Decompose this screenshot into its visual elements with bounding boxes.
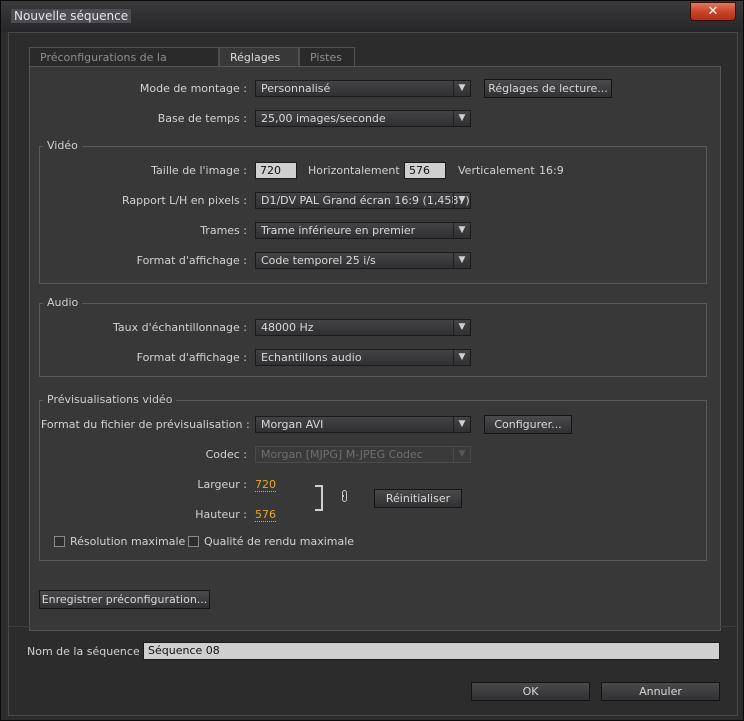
pixel-aspect-value: D1/DV PAL Grand écran 16:9 (1,4587) bbox=[261, 194, 470, 207]
frame-width-input[interactable]: 720 bbox=[255, 162, 297, 179]
editing-mode-select[interactable]: Personnalisé ▼ bbox=[255, 80, 471, 97]
tab-label: Réglages bbox=[230, 51, 281, 64]
configure-button[interactable]: Configurer... bbox=[484, 415, 572, 434]
reset-button[interactable]: Réinitialiser bbox=[374, 489, 462, 508]
save-preset-button[interactable]: Enregistrer préconfiguration... bbox=[39, 590, 210, 609]
codec-select: Morgan [MJPG] M-JPEG Codec ▼ bbox=[255, 446, 471, 463]
link-bracket bbox=[315, 485, 323, 511]
fields-select[interactable]: Trame inférieure en premier ▼ bbox=[255, 222, 471, 239]
video-display-format-value: Code temporel 25 i/s bbox=[261, 254, 376, 267]
tab-tracks[interactable]: Pistes bbox=[299, 47, 355, 66]
frame-size-label: Taille de l'image : bbox=[151, 164, 247, 177]
max-resolution-checkbox[interactable] bbox=[54, 536, 65, 547]
pixel-aspect-label: Rapport L/H en pixels : bbox=[122, 194, 247, 207]
sequence-name-input[interactable]: Séquence 08 bbox=[143, 642, 720, 660]
video-display-format-label: Format d'affichage : bbox=[136, 254, 247, 267]
pixel-aspect-select[interactable]: D1/DV PAL Grand écran 16:9 (1,4587) ▼ bbox=[255, 192, 471, 209]
video-display-format-select[interactable]: Code temporel 25 i/s ▼ bbox=[255, 252, 471, 269]
preview-file-format-label: Format du fichier de prévisualisation : bbox=[41, 418, 250, 431]
chevron-down-icon: ▼ bbox=[453, 320, 470, 335]
fields-label: Trames : bbox=[200, 224, 247, 237]
video-group-title: Vidéo bbox=[43, 139, 82, 152]
horizontal-label: Horizontalement bbox=[308, 164, 400, 177]
sample-rate-select[interactable]: 48000 Hz ▼ bbox=[255, 319, 471, 336]
audio-display-format-select[interactable]: Echantillons audio ▼ bbox=[255, 349, 471, 366]
tab-label: Pistes bbox=[310, 51, 342, 64]
preview-group-title: Prévisualisations vidéo bbox=[43, 393, 177, 406]
preview-file-format-value: Morgan AVI bbox=[261, 418, 324, 431]
chevron-down-icon: ▼ bbox=[453, 81, 470, 96]
divider bbox=[9, 626, 737, 627]
max-resolution-label: Résolution maximale bbox=[70, 535, 186, 548]
codec-value: Morgan [MJPG] M-JPEG Codec bbox=[261, 448, 423, 461]
chevron-down-icon: ▼ bbox=[453, 417, 470, 432]
max-quality-checkbox[interactable] bbox=[188, 536, 199, 547]
codec-label: Codec : bbox=[205, 448, 247, 461]
ok-button[interactable]: OK bbox=[471, 682, 590, 701]
close-icon: ✕ bbox=[707, 4, 719, 19]
max-quality-label: Qualité de rendu maximale bbox=[204, 535, 355, 548]
chevron-down-icon: ▼ bbox=[453, 223, 470, 238]
preview-height-label: Hauteur : bbox=[195, 508, 247, 521]
frame-height-input[interactable]: 576 bbox=[404, 162, 446, 179]
playback-settings-button[interactable]: Réglages de lecture... bbox=[484, 79, 612, 98]
preview-file-format-select[interactable]: Morgan AVI ▼ bbox=[255, 416, 471, 433]
sample-rate-label: Taux d'échantillonnage : bbox=[113, 321, 247, 334]
aspect-ratio-value: 16:9 bbox=[539, 164, 564, 177]
new-sequence-dialog: Nouvelle séquence ✕ Préconfigurations de… bbox=[0, 0, 744, 721]
chevron-down-icon: ▼ bbox=[453, 253, 470, 268]
preview-width-label: Largeur : bbox=[197, 478, 247, 491]
timebase-label: Base de temps : bbox=[157, 112, 247, 125]
editing-mode-value: Personnalisé bbox=[261, 82, 331, 95]
chevron-down-icon: ▼ bbox=[453, 193, 470, 208]
chevron-down-icon: ▼ bbox=[453, 111, 470, 126]
editing-mode-label: Mode de montage : bbox=[139, 82, 247, 95]
close-button[interactable]: ✕ bbox=[690, 2, 736, 21]
fields-value: Trame inférieure en premier bbox=[261, 224, 416, 237]
chevron-down-icon: ▼ bbox=[453, 350, 470, 365]
tab-settings[interactable]: Réglages bbox=[219, 47, 299, 67]
timebase-select[interactable]: 25,00 images/seconde ▼ bbox=[255, 110, 471, 127]
audio-display-format-label: Format d'affichage : bbox=[136, 351, 247, 364]
audio-group-title: Audio bbox=[43, 296, 83, 309]
vertical-label: Verticalement bbox=[458, 164, 535, 177]
preview-width-value[interactable]: 720 bbox=[255, 478, 276, 492]
cancel-button[interactable]: Annuler bbox=[601, 682, 720, 701]
audio-display-format-value: Echantillons audio bbox=[261, 351, 362, 364]
title-bar[interactable]: Nouvelle séquence ✕ bbox=[1, 1, 743, 32]
sequence-name-label: Nom de la séquence : bbox=[27, 645, 147, 658]
window-title: Nouvelle séquence bbox=[11, 9, 132, 23]
chain-link-icon[interactable] bbox=[342, 490, 347, 502]
tab-sequence-presets[interactable]: Préconfigurations de la séquence bbox=[29, 47, 219, 83]
timebase-value: 25,00 images/seconde bbox=[261, 112, 386, 125]
chevron-down-icon: ▼ bbox=[453, 447, 470, 462]
preview-height-value[interactable]: 576 bbox=[255, 508, 276, 522]
sample-rate-value: 48000 Hz bbox=[261, 321, 314, 334]
